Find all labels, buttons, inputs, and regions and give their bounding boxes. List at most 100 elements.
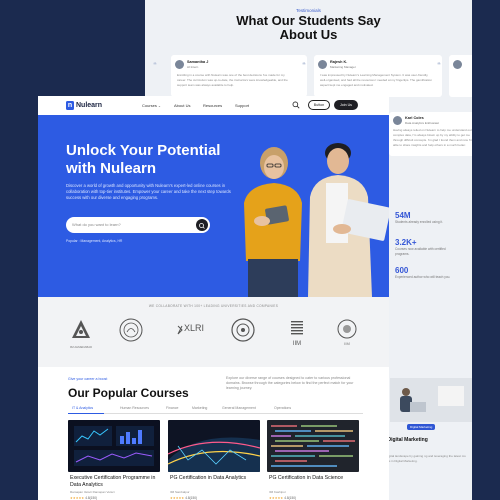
person-illustration: [390, 378, 472, 422]
iim-ahmedabad-logo: [72, 320, 90, 338]
quote-icon: ❝: [302, 61, 306, 69]
search-input[interactable]: What do you want to learn?: [72, 222, 121, 227]
testimonial-name: Karl Coles: [405, 116, 424, 120]
course-card[interactable]: PG Certification in Data Science IIM Kas…: [267, 420, 359, 500]
search-icon[interactable]: [292, 101, 300, 109]
hero-subtitle: Discover a world of growth and opportuni…: [66, 183, 231, 200]
hero-section: Unlock Your Potential with Nulearn Disco…: [38, 115, 389, 297]
tab-finance[interactable]: Finance: [166, 406, 178, 410]
university-seal-logo: [231, 318, 255, 342]
testimonial-card: ❝ Rajesh K. Marketing Manager I was impr…: [302, 55, 442, 97]
course-provider: IIM Sambalpur: [170, 490, 190, 494]
testimonials-title-line2: About Us: [279, 27, 338, 42]
nav-resources[interactable]: Resources: [203, 103, 222, 108]
course-title: PG Certification in Data Science: [269, 475, 344, 481]
testimonials-title-line1: What Our Students Say: [236, 13, 381, 28]
avatar: [175, 60, 184, 69]
xlri-wordmark: XLRI: [184, 323, 205, 333]
brand-name[interactable]: Nulearn: [76, 101, 102, 110]
testimonial-name: Rajesh K.: [330, 60, 348, 64]
landing-page: n Nulearn Courses ⌄ About Us Resources S…: [38, 96, 389, 500]
star-icons: ★★★★★: [170, 496, 185, 500]
partners-section: WE COLLABORATE WITH 100+ LEADING UNIVERS…: [38, 297, 389, 367]
course-search[interactable]: What do you want to learn?: [66, 217, 210, 233]
course-thumbnail: [68, 420, 160, 472]
secondary-button[interactable]: Button: [308, 100, 330, 110]
top-nav: n Nulearn Courses ⌄ About Us Resources S…: [38, 96, 389, 115]
testimonial-card: ❝ Samantha J AI Intern Enrolling in a co…: [153, 55, 307, 97]
course-rating: ★★★★★ 4.8(150): [269, 496, 296, 500]
rating-count: 4.8(150): [185, 496, 198, 500]
code-screen-image: [267, 420, 359, 472]
chevron-down-icon: ⌄: [158, 104, 161, 108]
tab-general-management[interactable]: General Management: [222, 406, 256, 410]
search-submit-button[interactable]: [196, 219, 208, 231]
avatar: [318, 60, 327, 69]
active-tab-indicator: [68, 413, 104, 414]
tab-it-analytics[interactable]: IT & Analytics: [72, 406, 93, 410]
testimonial-role: Data Analytics Enthusiast: [405, 121, 439, 125]
rating-count: 4.8(150): [284, 496, 297, 500]
university-seal-logo: [119, 318, 143, 342]
stat-number: 54M: [395, 211, 411, 220]
nav-courses[interactable]: Courses ⌄: [142, 103, 161, 108]
popular-searches: Popular : Management, Analytics, HR: [66, 239, 123, 243]
course-title: Executive Certification Programme in Dat…: [70, 475, 156, 488]
quote-icon: ❝: [153, 61, 157, 69]
partner-label: IIM: [292, 341, 302, 347]
stat-item: 600 Experienced author who will teach yo…: [395, 266, 455, 280]
testimonial-role: AI Intern: [187, 65, 199, 69]
stat-item: 54M Students already enrolled using it.: [395, 211, 455, 225]
logo-icon[interactable]: n: [66, 101, 74, 110]
course-image: [390, 378, 472, 422]
course-provider: Ramapan Vetsci Ramapan Vetsci: [70, 490, 115, 494]
course-rating: ★★★★★ 4.8(150): [170, 496, 197, 500]
quote-icon: ❝: [437, 61, 441, 69]
stat-description: Students already enrolled using it.: [395, 220, 444, 224]
partner-label: IIM: [344, 341, 350, 346]
course-description: In the digital landscape by gaining ng a…: [378, 454, 466, 463]
stat-number: 600: [395, 266, 409, 275]
nav-about[interactable]: About Us: [174, 103, 190, 108]
hero-title: Unlock Your Potential with Nulearn: [66, 142, 221, 177]
stat-description: Courses now available with certified pro…: [395, 247, 446, 256]
data-visualization-image: [168, 420, 260, 472]
testimonial-card: Karl Coles Data Analytics Enthusiast Hav…: [389, 112, 472, 156]
avatar: [393, 116, 402, 125]
star-icons: ★★★★★: [70, 496, 85, 500]
courses-kicker: Give your career a boost: [68, 377, 108, 381]
testimonial-text: I was impressed by Nulearn's Learning Ma…: [320, 73, 433, 87]
course-thumbnail: [267, 420, 359, 472]
courses-title: Our Popular Courses: [68, 386, 189, 400]
course-rating: ★★★★★ 4.8(150): [70, 496, 97, 500]
rating-count: 4.8(150): [85, 496, 98, 500]
tab-human-resources[interactable]: Human Resources: [120, 406, 149, 410]
stat-item: 3.2K+ Courses now available with certifi…: [395, 238, 455, 256]
nav-courses-label: Courses: [142, 103, 157, 108]
course-category-tabs: IT & Analytics Human Resources Finance M…: [68, 405, 363, 414]
course-title: PG Certification in Data Analytics: [170, 475, 247, 481]
tab-marketing[interactable]: Marketing: [192, 406, 207, 410]
stat-number: 3.2K+: [395, 238, 417, 247]
star-icons: ★★★★★: [269, 496, 284, 500]
popular-courses-section: Give your career a boost Our Popular Cou…: [38, 367, 389, 500]
testimonials-title: What Our Students Say About Us: [145, 14, 472, 42]
course-provider: IIM Kashipur: [269, 490, 286, 494]
testimonial-text: Having always relied on Nulearn to help …: [393, 128, 472, 147]
avatar: [453, 60, 462, 69]
iim-seal-logo: [337, 319, 357, 339]
testimonial-name: Samantha J: [187, 60, 209, 64]
search-icon: [199, 223, 205, 229]
stat-description: Experienced author who will teach you.: [395, 275, 451, 279]
course-thumbnail: [168, 420, 260, 472]
testimonial-card: ❝: [437, 55, 472, 97]
course-card[interactable]: Executive Certification Programme in Dat…: [68, 420, 160, 500]
course-card[interactable]: PG Certification in Data Analytics IIM S…: [168, 420, 260, 500]
analytics-dashboard-image: [68, 420, 160, 472]
hero-students-image: [244, 143, 389, 297]
nav-support[interactable]: Support: [235, 103, 249, 108]
category-badge: Digital Marketing: [407, 424, 436, 430]
tab-operations[interactable]: Operations: [274, 406, 291, 410]
partners-caption: WE COLLABORATE WITH 100+ LEADING UNIVERS…: [148, 304, 279, 308]
join-us-button[interactable]: Join Us: [334, 100, 358, 110]
